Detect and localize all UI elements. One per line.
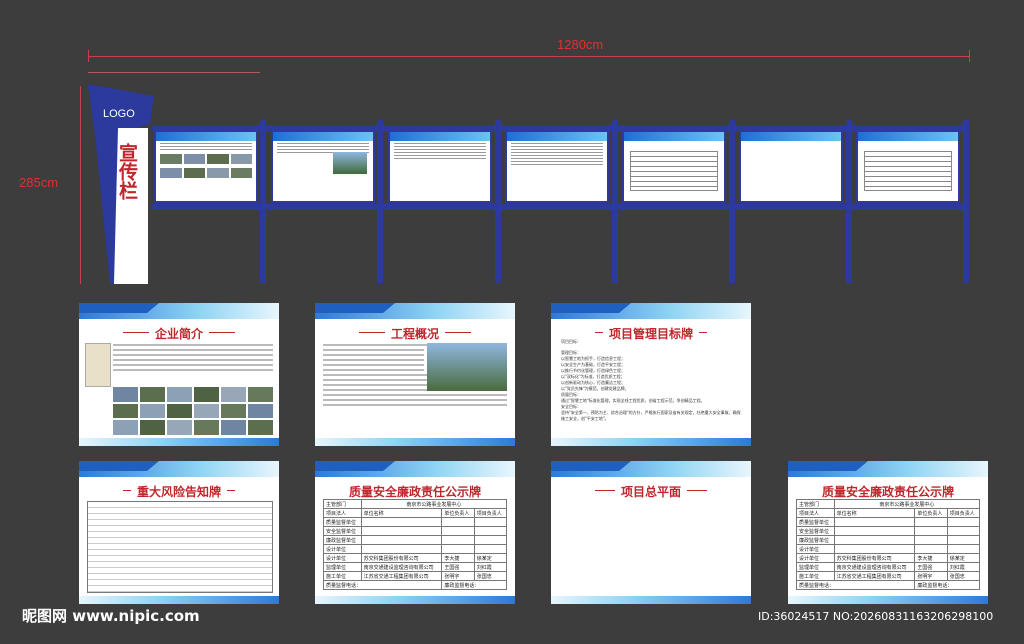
table-cell: 张明宇 — [441, 571, 475, 581]
table-cell: 张国忠 — [473, 571, 508, 581]
post — [612, 120, 618, 283]
post — [729, 120, 735, 283]
table-cell: 徐某定 — [946, 553, 981, 563]
post — [963, 120, 969, 283]
table-cell: 南京市公路事业发展中心 — [833, 499, 981, 509]
table-cell: 单位名称 — [833, 508, 916, 518]
table-cell: 苏交科集团股份有限公司 — [360, 553, 443, 563]
table-cell: 廉政监督电话： — [914, 580, 980, 590]
mini-panel-enterprise — [154, 130, 258, 203]
table-cell: 张国忠 — [946, 571, 981, 581]
table-cell: 施工单位 — [796, 571, 835, 581]
panel-quality-left: 质量安全廉政责任公示牌 主管部门 南京市公路事业发展中心 项目法人 单位名称 单位负责… — [315, 461, 515, 604]
panel-enterprise: 企业简介 — [79, 303, 279, 446]
table-cell: 刘红霞 — [946, 562, 981, 572]
table-cell: 项目负责人 — [946, 508, 981, 518]
table-cell: 苏交科集团股份有限公司 — [833, 553, 916, 563]
table-cell: 李大捷 — [441, 553, 475, 563]
post — [495, 120, 501, 283]
table-cell: 南京交通建设监理咨询有限公司 — [833, 562, 916, 572]
responsibility-table: 主管部门 南京市公路事业发展中心 项目法人 单位名称 单位负责人 项目负责人 质量监督单… — [322, 499, 508, 590]
table-cell: 廉政监督电话： — [441, 580, 507, 590]
panel-title: 重大风险告知牌 — [130, 485, 227, 499]
table-cell: 项目法人 — [796, 508, 835, 518]
watermark-site: 昵图网 www.nipic.com — [22, 607, 200, 625]
certificate-image — [85, 343, 111, 387]
watermark-id: ID:36024517 NO:20260831163206298100 — [758, 610, 994, 623]
panel-title: 项目总平面 — [614, 485, 687, 499]
table-cell: 徐某定 — [473, 553, 508, 563]
table-cell: 主管部门 — [323, 499, 362, 509]
panel-project: 工程概况 — [315, 303, 515, 446]
table-cell: 设计单位 — [796, 544, 835, 554]
mini-panel-quality-right — [856, 130, 960, 203]
table-cell: 单位负责人 — [441, 508, 475, 518]
photo-grid — [113, 387, 273, 435]
table-cell: 监理单位 — [323, 562, 362, 572]
panel-title: 工程概况 — [384, 327, 445, 341]
sign-title: 宣传栏 — [116, 143, 138, 200]
table-cell: 设计单位 — [796, 553, 835, 563]
table-cell: 刘红霞 — [473, 562, 508, 572]
table-cell: 江苏省交通工程集团有限公司 — [833, 571, 916, 581]
table-cell: 李大捷 — [914, 553, 948, 563]
mini-panel-goals — [388, 130, 492, 203]
billboard: LOGO 宣传栏 — [0, 0, 1024, 300]
table-cell: 单位负责人 — [914, 508, 948, 518]
panel-title: 质量安全廉政责任公示牌 — [815, 485, 960, 499]
project-photo — [427, 343, 507, 391]
post — [260, 120, 266, 283]
table-cell: 南京交通建设监理咨询有限公司 — [360, 562, 443, 572]
table-cell: 设计单位 — [323, 553, 362, 563]
table-cell: 张明宇 — [914, 571, 948, 581]
table-cell: 廉政监督单位 — [323, 535, 362, 545]
table-cell: 主管部门 — [796, 499, 835, 509]
panel-plan: 项目总平面 — [551, 461, 751, 604]
post — [377, 120, 383, 283]
table-cell: 项目法人 — [323, 508, 362, 518]
table-cell: 设计单位 — [323, 544, 362, 554]
table-cell: 质量监督电话： — [795, 580, 916, 590]
panel-title: 企业简介 — [148, 327, 209, 341]
goals-line: 项目目标： — [561, 339, 581, 344]
table-cell: 监理单位 — [796, 562, 835, 572]
panel-title: 质量安全廉政责任公示牌 — [342, 485, 487, 499]
table-cell: 南京市公路事业发展中心 — [360, 499, 508, 509]
table-cell: 江苏省交通工程集团有限公司 — [360, 571, 443, 581]
mini-panel-plan — [739, 130, 843, 203]
mini-panel-quality-left — [622, 130, 726, 203]
mini-panel-project — [271, 130, 375, 203]
table-cell: 单位名称 — [360, 508, 443, 518]
table-cell: 王国强 — [441, 562, 475, 572]
goals-text: 项目目标： 管理目标： 以智慧工地为抓手，打造信息工程； 以安全生产为基础，打造… — [561, 339, 741, 422]
table-cell: 质量监督单位 — [796, 517, 835, 527]
post — [846, 120, 852, 283]
table-cell: 施工单位 — [323, 571, 362, 581]
table-cell: 项目负责人 — [473, 508, 508, 518]
table-cell: 安全监督单位 — [796, 526, 835, 536]
mini-panel-risk — [505, 130, 609, 203]
table-cell: 廉政监督单位 — [796, 535, 835, 545]
risk-table — [87, 501, 273, 593]
table-cell: 质量监督单位 — [323, 517, 362, 527]
goals-line: 坚持"安全第一、预防为主、综合治理"的方针，严格执行国家及省有关规定，杜绝重大安… — [561, 410, 741, 421]
table-cell: 安全监督单位 — [323, 526, 362, 536]
table-cell: 质量监督电话： — [322, 580, 443, 590]
panel-quality-right: 质量安全廉政责任公示牌 主管部门 南京市公路事业发展中心 项目法人 单位名称 单位负责… — [788, 461, 988, 604]
panel-risk: 重大风险告知牌 — [79, 461, 279, 604]
logo-text: LOGO — [103, 108, 135, 120]
table-cell: 王国强 — [914, 562, 948, 572]
responsibility-table: 主管部门 南京市公路事业发展中心 项目法人 单位名称 单位负责人 项目负责人 质量监督单… — [795, 499, 981, 590]
panel-body-text — [113, 341, 273, 374]
panel-goals: 项目管理目标牌 项目目标： 管理目标： 以智慧工地为抓手，打造信息工程； 以安全… — [551, 303, 751, 446]
